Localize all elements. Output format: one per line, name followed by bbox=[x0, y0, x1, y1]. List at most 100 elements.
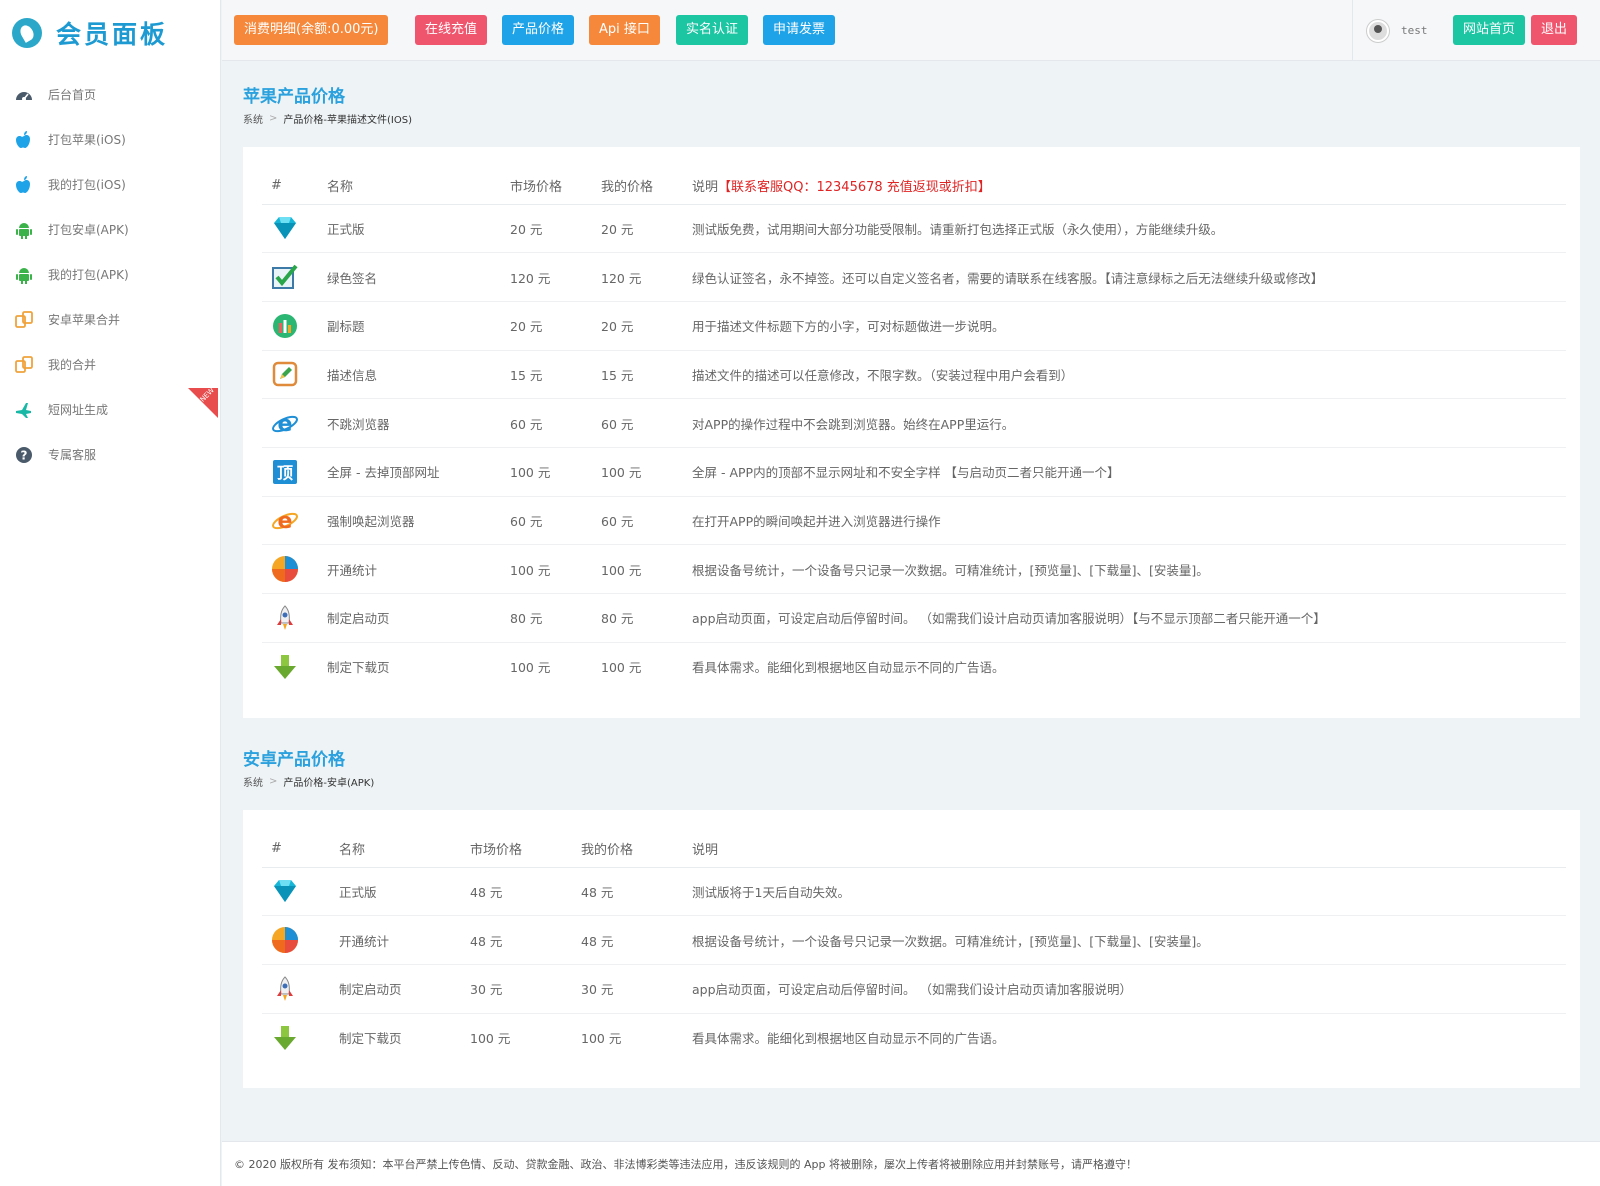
row-icon-cell bbox=[262, 252, 318, 302]
product-name: 开通统计 bbox=[330, 915, 461, 965]
my-price: 100 元 bbox=[601, 660, 642, 676]
ios-breadcrumb: 系统 > 产品价格-苹果描述文件(IOS) bbox=[243, 111, 412, 126]
market-price: 15 元 bbox=[501, 350, 592, 400]
top-button-4[interactable]: 实名认证 bbox=[676, 15, 749, 45]
sidebar: 会员面板 后台首页 打包苹果(iOS) 我的打包(iOS) 打包安卓(APK) 我的打包… bbox=[0, 0, 221, 1186]
product-description: app启动页面，可设定启动后停留时间。 （如需我们设计启动页请加客服说明） bbox=[683, 964, 1566, 1014]
market-price: 100 元 bbox=[501, 447, 592, 497]
sidebar-item-label: 我的合并 bbox=[48, 358, 97, 372]
col-num: # bbox=[262, 830, 330, 868]
svg-text:e: e bbox=[278, 509, 293, 534]
logout-button[interactable]: 退出 bbox=[1531, 15, 1578, 45]
row-icon-cell: e bbox=[262, 496, 318, 546]
col-my-price: 我的价格 bbox=[592, 167, 683, 205]
logo-mark-icon bbox=[12, 18, 42, 48]
browser-launch-icon: e bbox=[271, 506, 318, 534]
product-description: 用于描述文件标题下方的小字，可对标题做进一步说明。 bbox=[683, 301, 1566, 351]
table-header-row: # 名称 市场价格 我的价格 说明 bbox=[262, 830, 1566, 868]
my-price: 60 元 bbox=[592, 398, 683, 448]
stats-icon bbox=[271, 555, 318, 583]
help-icon: ? bbox=[14, 445, 34, 465]
product-name: 正式版 bbox=[318, 204, 501, 254]
table-row: 制定下载页 100 元 100 元 看具体需求。能细化到根据地区自动显示不同的广告语。 bbox=[262, 642, 1566, 691]
ios-price-panel: # 名称 市场价格 我的价格 说明【联系客服QQ：12345678 充值返现或折… bbox=[243, 147, 1580, 718]
col-name: 名称 bbox=[330, 830, 461, 868]
new-badge-label: NEW bbox=[199, 386, 217, 404]
my-price: 80 元 bbox=[592, 593, 683, 643]
android-section-title: 安卓产品价格 bbox=[243, 750, 345, 770]
product-name: 正式版 bbox=[330, 867, 461, 917]
sidebar-item-label: 打包安卓(APK) bbox=[48, 223, 129, 237]
my-price: 100 元 bbox=[592, 544, 683, 594]
plane-icon bbox=[14, 400, 34, 420]
table-row: 制定下载页 100 元 100 元 看具体需求。能细化到根据地区自动显示不同的广告语。 bbox=[262, 1013, 1566, 1062]
row-icon-cell bbox=[262, 350, 318, 400]
top-button-3[interactable]: Api 接口 bbox=[589, 15, 660, 45]
breadcrumb-root[interactable]: 系统 bbox=[243, 774, 263, 789]
product-description: 对APP的操作过程中不会跳到浏览器。始终在APP里运行。 bbox=[683, 398, 1566, 448]
my-price: 120 元 bbox=[592, 252, 683, 302]
product-description: 测试版免费，试用期间大部分功能受限制。请重新打包选择正式版（永久使用），方能继续… bbox=[683, 204, 1566, 254]
market-price: 20 元 bbox=[501, 301, 592, 351]
sidebar-item-1[interactable]: 打包苹果(iOS) bbox=[0, 117, 220, 162]
sidebar-item-label: 专属客服 bbox=[48, 448, 97, 462]
chevron-right-icon: > bbox=[269, 776, 278, 787]
table-row: 顶全屏 - 去掉顶部网址 100 元 100 元全屏 - APP内的顶部不显示网址和… bbox=[262, 447, 1566, 497]
top-button-5[interactable]: 申请发票 bbox=[763, 15, 836, 45]
col-market-price: 市场价格 bbox=[501, 167, 592, 205]
my-price: 60 元 bbox=[592, 496, 683, 546]
col-market-price: 市场价格 bbox=[461, 830, 572, 868]
my-price: 100 元 bbox=[592, 447, 683, 497]
product-name: 副标题 bbox=[318, 301, 501, 351]
market-price: 48 元 bbox=[461, 915, 572, 965]
top-button-1[interactable]: 在线充值 bbox=[415, 15, 488, 45]
product-description: 根据设备号统计，一个设备号只记录一次数据。可精准统计，[预览量]、[下载量]、[… bbox=[683, 544, 1566, 594]
sidebar-item-3[interactable]: 打包安卓(APK) bbox=[0, 207, 220, 252]
site-home-button[interactable]: 网站首页 bbox=[1453, 15, 1526, 45]
sidebar-item-4[interactable]: 我的打包(APK) bbox=[0, 252, 220, 297]
avatar[interactable] bbox=[1367, 20, 1389, 42]
top-button-0[interactable]: 消费明细(余额:0.00元) bbox=[234, 15, 389, 45]
user-area: test 网站首页 退出 bbox=[1352, 0, 1600, 61]
market-price: 60 元 bbox=[501, 398, 592, 448]
logo[interactable]: 会员面板 bbox=[0, 0, 220, 66]
apple-icon bbox=[14, 175, 34, 195]
market-price: 120 元 bbox=[501, 252, 592, 302]
top-button-2[interactable]: 产品价格 bbox=[502, 15, 575, 45]
table-row: 正式版 20 元 20 元测试版免费，试用期间大部分功能受限制。请重新打包选择正式版… bbox=[262, 204, 1566, 254]
sidebar-item-0[interactable]: 后台首页 bbox=[0, 72, 220, 117]
product-name: 全屏 - 去掉顶部网址 bbox=[318, 447, 501, 497]
breadcrumb-current: 产品价格-安卓(APK) bbox=[283, 778, 375, 789]
product-name: 不跳浏览器 bbox=[318, 398, 501, 448]
product-name: 开通统计 bbox=[318, 544, 501, 594]
market-price: 60 元 bbox=[501, 496, 592, 546]
sidebar-item-2[interactable]: 我的打包(iOS) bbox=[0, 162, 220, 207]
market-price: 48 元 bbox=[461, 867, 572, 917]
row-icon-cell bbox=[262, 544, 318, 594]
subtitle-icon bbox=[271, 312, 318, 340]
sidebar-item-8[interactable]: ? 专属客服 bbox=[0, 432, 220, 477]
product-name: 制定启动页 bbox=[330, 964, 461, 1014]
top-bar: 消费明细(余额:0.00元) 在线充值 产品价格 Api 接口 实名认证 申请发票 tes… bbox=[222, 0, 1600, 61]
logo-text: 会员面板 bbox=[56, 20, 169, 49]
my-price: 30 元 bbox=[572, 964, 683, 1014]
sidebar-item-5[interactable]: 安卓苹果合并 bbox=[0, 297, 220, 342]
table-row: 制定启动页 30 元 30 元 app启动页面，可设定启动后停留时间。 （如需我们设计… bbox=[262, 964, 1566, 1014]
breadcrumb-root[interactable]: 系统 bbox=[243, 111, 263, 126]
product-description: 测试版将于1天后自动失效。 bbox=[683, 867, 1566, 917]
ios-section-title: 苹果产品价格 bbox=[243, 87, 345, 107]
diamond-icon bbox=[271, 877, 330, 905]
sidebar-item-6[interactable]: 我的合并 bbox=[0, 342, 220, 387]
rocket-icon bbox=[271, 604, 318, 632]
sidebar-item-7[interactable]: 短网址生成 NEW bbox=[0, 386, 220, 432]
my-price: 48 元 bbox=[572, 867, 683, 917]
market-price: 100 元 bbox=[501, 544, 592, 594]
row-icon-cell bbox=[262, 301, 318, 351]
col-num: # bbox=[262, 167, 318, 205]
market-price: 80 元 bbox=[501, 593, 592, 643]
product-name: 制定下载页 bbox=[339, 1031, 402, 1047]
sidebar-item-label: 我的打包(APK) bbox=[48, 268, 129, 282]
product-description: app启动页面，可设定启动后停留时间。 （如需我们设计启动页请加客服说明）【与不… bbox=[683, 593, 1566, 643]
username[interactable]: test bbox=[1401, 24, 1428, 37]
sidebar-item-label: 安卓苹果合并 bbox=[48, 313, 121, 327]
